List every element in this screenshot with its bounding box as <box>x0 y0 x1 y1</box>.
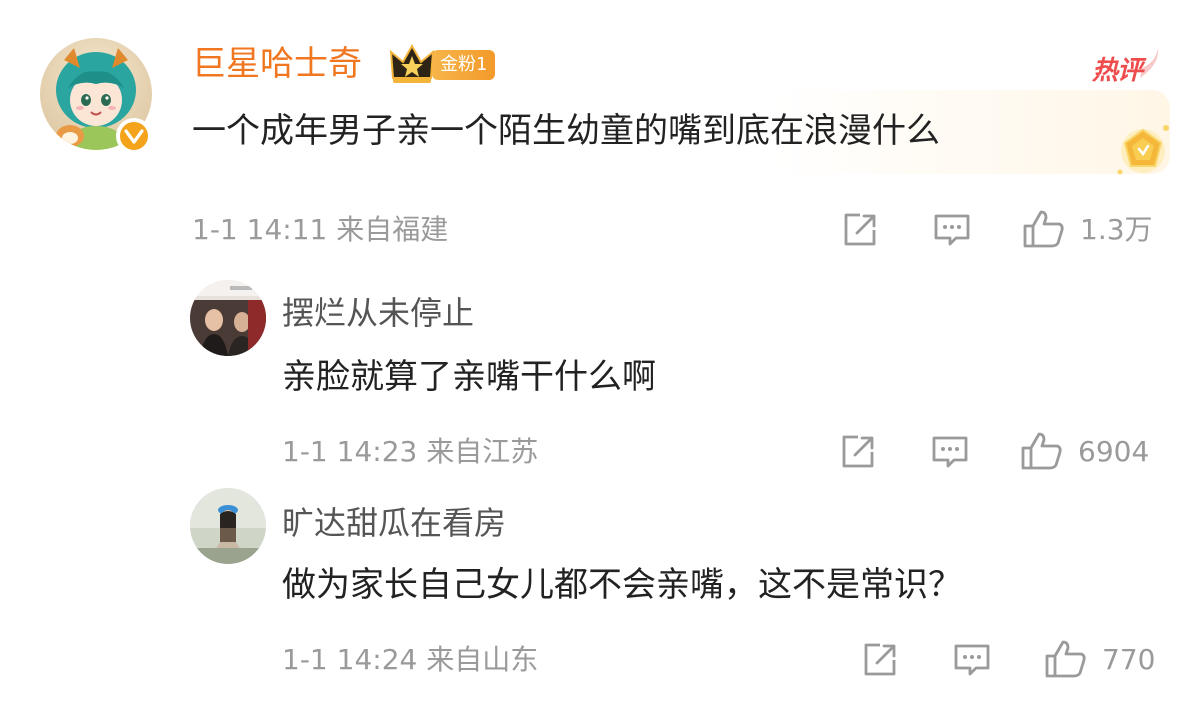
reply-text: 做为家长自己女儿都不会亲嘴，这不是常识？ <box>282 565 962 605</box>
like-icon[interactable] <box>1044 638 1086 678</box>
like-count: 6904 <box>1078 435 1150 468</box>
reply-meta: 1-1 14:24 来自山东 <box>282 643 539 676</box>
like-icon[interactable] <box>1022 208 1064 248</box>
verified-icon <box>116 118 152 154</box>
gem-icon <box>1110 118 1176 184</box>
share-icon[interactable] <box>840 210 880 250</box>
like-count: 1.3万 <box>1080 213 1153 246</box>
reply-username[interactable]: 摆烂从未停止 <box>282 292 474 334</box>
comment-icon[interactable] <box>932 210 972 250</box>
crown-icon <box>389 43 435 84</box>
comment-icon[interactable] <box>930 432 970 472</box>
hot-comment-tag: 热评 <box>1092 46 1162 86</box>
reply-meta: 1-1 14:23 来自江苏 <box>282 435 539 468</box>
comment-text: 一个成年男子亲一个陌生幼童的嘴到底在浪漫什么 <box>192 111 940 151</box>
like-count: 770 <box>1102 643 1156 676</box>
avatar[interactable] <box>190 488 266 564</box>
share-icon[interactable] <box>860 640 900 680</box>
share-icon[interactable] <box>838 432 878 472</box>
comment-username[interactable]: 巨星哈士奇 <box>192 42 362 86</box>
reply-username[interactable]: 旷达甜瓜在看房 <box>282 502 506 544</box>
fan-level-badge: 金粉1 <box>432 50 496 80</box>
reply-text: 亲脸就算了亲嘴干什么啊 <box>282 357 656 397</box>
like-icon[interactable] <box>1020 430 1062 470</box>
comment-icon[interactable] <box>952 640 992 680</box>
avatar[interactable] <box>190 280 266 356</box>
comment-meta: 1-1 14:11 来自福建 <box>192 213 449 246</box>
